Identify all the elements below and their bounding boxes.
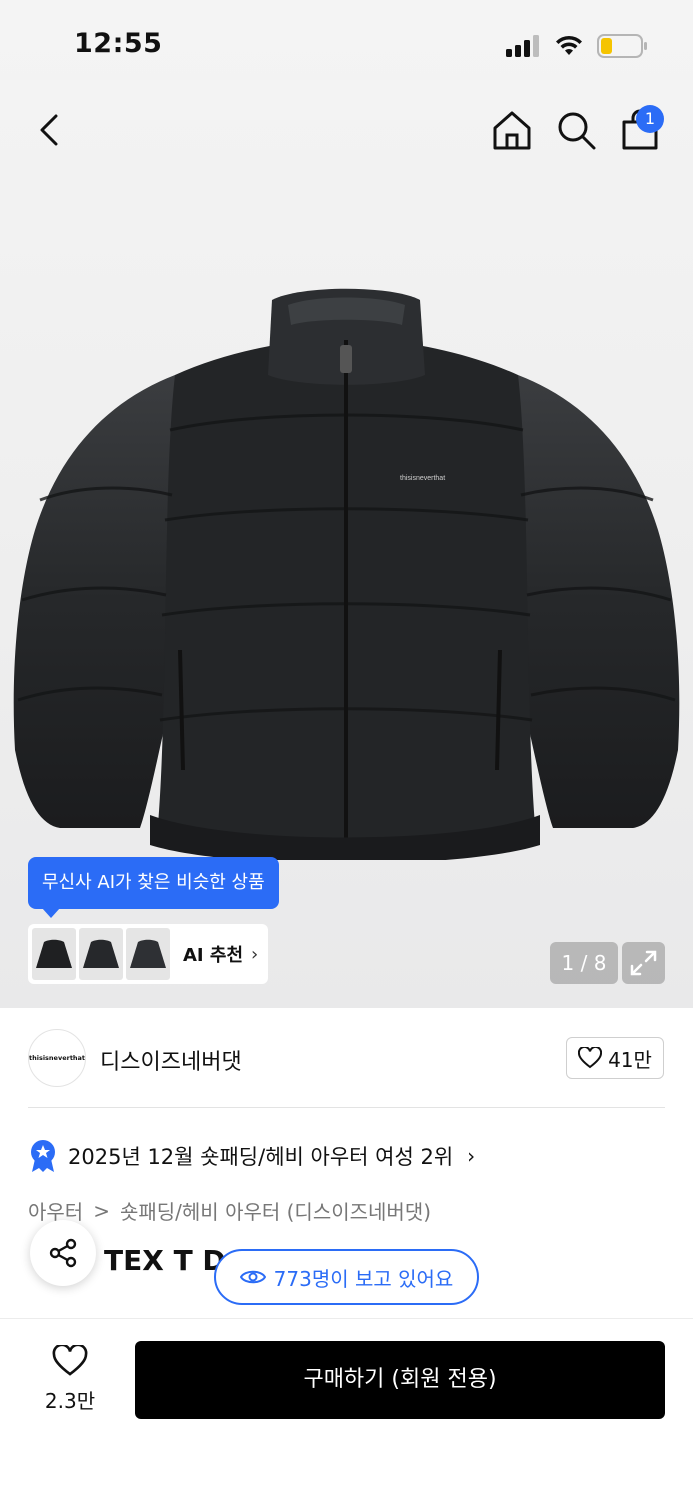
search-icon[interactable] <box>554 108 598 152</box>
product-image-gallery[interactable]: 12:55 1 thisisneverthat 무신사 AI가 찾은 비슷한 상… <box>0 0 693 1008</box>
brand-row[interactable]: thisisneverthat 디스이즈네버댓 41만 <box>0 1008 693 1108</box>
wifi-icon <box>556 35 582 55</box>
wishlist-button[interactable]: 2.3만 <box>28 1343 112 1414</box>
wishlist-count: 2.3만 <box>44 1389 96 1413</box>
signal-icon <box>506 35 539 57</box>
eye-icon <box>239 1270 266 1284</box>
brand-like-button[interactable]: 41만 <box>566 1037 664 1079</box>
expand-button[interactable] <box>622 942 665 984</box>
status-bar: 12:55 <box>0 0 693 90</box>
svg-text:thisisneverthat: thisisneverthat <box>400 475 445 482</box>
share-icon <box>49 1238 77 1268</box>
ranking-text: 2025년 12월 숏패딩/헤비 아우터 여성 2위 <box>68 1145 454 1169</box>
share-button[interactable] <box>30 1220 96 1286</box>
ranking-row[interactable]: 2025년 12월 숏패딩/헤비 아우터 여성 2위 › <box>28 1136 475 1176</box>
breadcrumb-separator: > <box>93 1198 110 1223</box>
expand-icon <box>630 950 657 976</box>
top-navigation <box>0 100 693 160</box>
category-level2[interactable]: 숏패딩/헤비 아우터 (디스이즈네버댓) <box>120 1196 431 1225</box>
battery-icon <box>597 34 647 58</box>
brand-name[interactable]: 디스이즈네버댓 <box>100 1044 242 1076</box>
back-icon[interactable] <box>30 108 70 152</box>
rank-badge-icon <box>31 1140 55 1172</box>
bottom-action-bar: 2.3만 구매하기 (회원 전용) <box>0 1318 693 1500</box>
product-image: thisisneverthat <box>13 288 680 860</box>
status-time: 12:55 <box>74 28 163 59</box>
heart-icon <box>52 1343 88 1376</box>
buy-button[interactable]: 구매하기 (회원 전용) <box>135 1341 665 1419</box>
ai-thumb-2[interactable] <box>79 928 123 980</box>
ai-similar-bubble[interactable]: 무신사 AI가 찾은 비슷한 상품 <box>28 857 279 918</box>
viewers-text: 773명이 보고 있어요 <box>273 1266 454 1291</box>
chevron-right-icon: › <box>251 943 259 965</box>
chevron-right-icon: › <box>467 1144 476 1168</box>
ai-thumb-3[interactable] <box>126 928 170 980</box>
ai-recommend-card[interactable]: AI 추천 › <box>28 924 268 984</box>
brand-like-count: 41만 <box>608 1047 652 1072</box>
viewers-toast: 773명이 보고 있어요 <box>214 1249 479 1305</box>
image-pager: 1 / 8 <box>550 942 618 984</box>
ai-recommend-label: AI 추천 <box>183 945 244 966</box>
breadcrumb: 아우터 > 숏패딩/헤비 아우터 (디스이즈네버댓) <box>28 1196 431 1225</box>
ai-thumb-1[interactable] <box>32 928 76 980</box>
home-icon[interactable] <box>490 108 534 152</box>
brand-logo[interactable]: thisisneverthat <box>28 1029 86 1087</box>
cart-count-badge: 1 <box>636 105 664 133</box>
heart-icon <box>578 1047 603 1069</box>
divider <box>28 1107 665 1108</box>
